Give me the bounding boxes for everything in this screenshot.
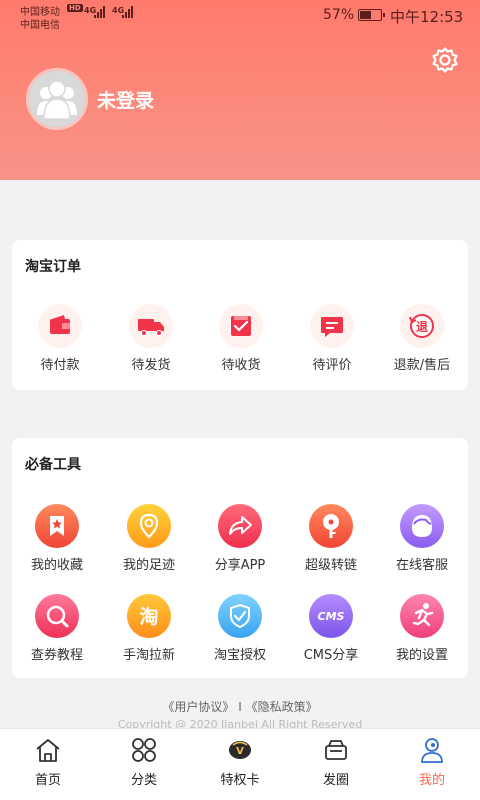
tools-title: 必备工具 [25, 457, 81, 473]
battery-percent: 57% [323, 7, 355, 23]
order-pending-shipment[interactable]: 待发货 [111, 304, 191, 373]
svg-text:V: V [236, 746, 244, 757]
signal-icon-2 [122, 6, 133, 18]
taobao-auth-icon [218, 594, 262, 638]
order-pending-payment[interactable]: 待付款 [20, 304, 100, 373]
tab-vip-card[interactable]: V 特权卡 [192, 735, 288, 788]
tool-super-link[interactable]: 超级转链 [291, 504, 371, 573]
vip-card-icon: V [229, 741, 251, 759]
coupon-tutorial-icon [35, 594, 79, 638]
tool-cms-share[interactable]: CMS CMS分享 [291, 594, 371, 663]
login-status[interactable]: 未登录 [97, 86, 154, 113]
received-box-icon [219, 304, 263, 348]
tool-my-settings[interactable]: 我的设置 [382, 594, 462, 663]
category-icon [132, 738, 156, 762]
carrier-2: 中国电信 [20, 20, 60, 31]
agreement-links[interactable]: 《用户协议》 I 《隐私政策》 [0, 698, 480, 715]
signal-icon [94, 6, 105, 18]
footprint-icon [127, 504, 171, 548]
customer-service-icon [400, 504, 444, 548]
tool-taobao-auth[interactable]: 淘宝授权 [200, 594, 280, 663]
tab-profile[interactable]: 我的 [384, 735, 480, 788]
comment-icon [310, 304, 354, 348]
profile-header: 中国移动 HD 4G 4G 中国电信 57% 中午12:53 未登录 [0, 0, 480, 180]
order-pending-receipt[interactable]: 待收货 [201, 304, 281, 373]
tab-category[interactable]: 分类 [96, 735, 192, 788]
hd-badge: HD [67, 4, 83, 12]
tool-online-service[interactable]: 在线客服 [382, 504, 462, 573]
essential-tools-card: 必备工具 我的收藏 我的足迹 分享APP 超级转链 在线客服 查券教程 淘 手淘… [12, 438, 468, 678]
home-icon [36, 739, 60, 762]
order-pending-review[interactable]: 待评价 [292, 304, 372, 373]
link-convert-icon [309, 504, 353, 548]
share-icon [218, 504, 262, 548]
svg-text:淘: 淘 [139, 605, 158, 628]
clock: 中午12:53 [390, 8, 464, 26]
profile-icon [421, 738, 443, 763]
moments-icon [325, 740, 347, 760]
truck-icon [129, 304, 173, 348]
tool-my-favorites[interactable]: 我的收藏 [17, 504, 97, 573]
user-group-icon [37, 80, 77, 120]
order-refund-aftersale[interactable]: 退 退款/售后 [382, 304, 462, 373]
gear-icon[interactable] [430, 45, 460, 75]
refund-icon: 退 [400, 304, 444, 348]
tool-taobao-invite[interactable]: 淘 手淘拉新 [109, 594, 189, 663]
wallet-icon [38, 304, 82, 348]
svg-text:退: 退 [416, 320, 428, 334]
tab-moments[interactable]: 发圈 [288, 735, 384, 788]
tab-home[interactable]: 首页 [0, 735, 96, 788]
taobao-invite-icon: 淘 [127, 594, 171, 638]
cms-share-icon: CMS [309, 594, 353, 638]
settings-runner-icon [400, 594, 444, 638]
battery-icon [358, 9, 385, 21]
bottom-tab-bar: 首页 分类 V 特权卡 发圈 我的 [0, 728, 480, 800]
favorite-icon [35, 504, 79, 548]
orders-title: 淘宝订单 [25, 259, 81, 275]
avatar[interactable] [26, 68, 88, 130]
svg-text:CMS: CMS [318, 610, 345, 623]
tool-coupon-tutorial[interactable]: 查券教程 [17, 594, 97, 663]
tool-share-app[interactable]: 分享APP [200, 504, 280, 573]
status-bar: 中国移动 HD 4G 4G 中国电信 57% 中午12:53 [0, 0, 480, 31]
taobao-orders-card: 淘宝订单 待付款 待发货 待收货 待评价 退 退款/售后 [12, 240, 468, 390]
tool-my-footprint[interactable]: 我的足迹 [109, 504, 189, 573]
